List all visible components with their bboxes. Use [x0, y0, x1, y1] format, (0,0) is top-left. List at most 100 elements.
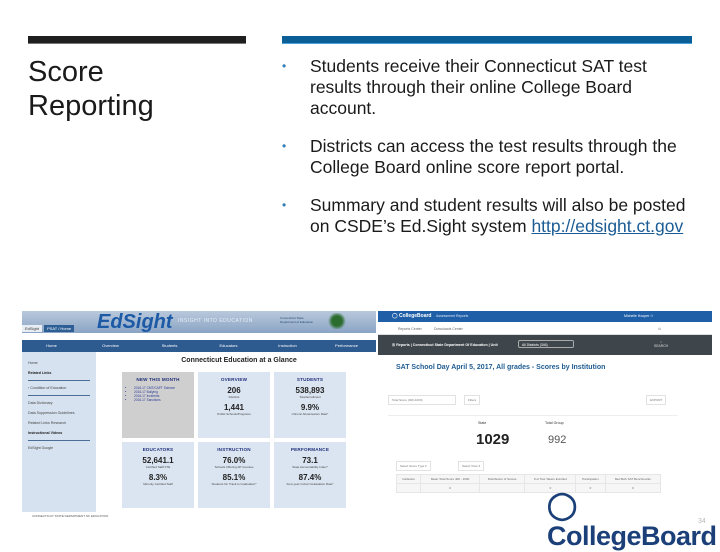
sidebar-condition[interactable]: › Condition of Education — [22, 383, 96, 393]
metric-value: 52,641.1 — [142, 456, 174, 465]
card-title: EDUCATORS — [142, 447, 174, 452]
students-card[interactable]: STUDENTS 538,893 Total Enrollment 9.9% C… — [274, 372, 346, 438]
metric-value: 538,893 — [295, 386, 325, 395]
metric-label: Schools Offering AP Courses — [214, 465, 254, 469]
view-filter[interactable]: Select View ▾ — [458, 461, 484, 471]
report-title: SAT School Day April 5, 2017, All grades… — [396, 364, 606, 371]
edsight-banner: EdSight PSAT / Home EdSight INSIGHT INTO… — [22, 311, 376, 333]
column-header[interactable]: # of Test Takers Enrolled — [524, 474, 577, 484]
cb-links-bar: Reports Center Downloads Center ⊙ — [378, 322, 712, 335]
bullet-icon: • — [282, 59, 287, 73]
slide-title: Score Reporting — [28, 55, 154, 123]
card-title: INSTRUCTION — [217, 447, 251, 452]
nav-overview[interactable]: Overview — [81, 340, 140, 352]
column-header[interactable]: Participation — [575, 474, 606, 484]
metric-value: 76.0% — [222, 456, 246, 465]
sidebar-item[interactable]: Data Suppression Guidelines — [22, 408, 96, 418]
total-group-label: Total Group — [545, 421, 564, 425]
downloads-center-link[interactable]: Downloads Center — [434, 327, 463, 331]
edsight-link[interactable]: http://edsight.ct.gov — [531, 216, 683, 236]
cb-brand-logo[interactable]: ◯ CollegeBoard — [392, 313, 432, 319]
score-type-filter[interactable]: Select Score Type ▾ — [396, 461, 431, 471]
edsight-nav: Home Overview Students Educators Instruc… — [22, 340, 376, 352]
score-type-select[interactable]: Total Score (400-1600) — [388, 395, 456, 405]
sidebar-item[interactable]: Related Links Research — [22, 418, 96, 428]
sidebar-related-links[interactable]: Related Links — [22, 368, 96, 378]
bullet-item: • Students receive their Connecticut SAT … — [282, 56, 702, 119]
card-title: NEW THIS MONTH — [136, 377, 180, 382]
performance-card[interactable]: PERFORMANCE 73.1 State Accountability In… — [274, 442, 346, 508]
metric-label: Districts — [228, 395, 240, 399]
agency-name: Connecticut State Department of Educatio… — [280, 316, 314, 324]
edsight-footer: CONNECTICUT STATE DEPARTMENT OF EDUCATIO… — [32, 514, 109, 518]
table-header-row: Institution Mean Total Score 400 - 1600 … — [395, 474, 662, 484]
cell — [478, 483, 526, 493]
help-icon[interactable]: ⊙ — [658, 327, 661, 331]
nav-home[interactable]: Home — [22, 340, 81, 352]
overview-card[interactable]: OVERVIEW 206 Districts 1,441 Public Scho… — [198, 372, 270, 438]
metric-value: 8.3% — [148, 473, 168, 482]
sidebar-divider — [28, 395, 90, 396]
nav-students[interactable]: Students — [140, 340, 199, 352]
edsight-logo: EdSight — [97, 311, 173, 333]
edsight-tagline: INSIGHT INTO EDUCATION — [178, 318, 253, 324]
instruction-card[interactable]: INSTRUCTION 76.0% Schools Offering AP Co… — [198, 442, 270, 508]
column-header[interactable]: Distribution of Scores — [478, 474, 526, 484]
search-button[interactable]: ⌕ SEARCH — [654, 340, 668, 348]
slide-title-line-1: Score — [28, 56, 104, 88]
card-title: STUDENTS — [296, 377, 324, 382]
edsight-tab[interactable]: EdSight — [22, 325, 43, 332]
reports-center-link[interactable]: Reports Center — [398, 327, 422, 331]
metric-value: 73.1 — [302, 456, 318, 465]
total-group-score: 992 — [548, 434, 567, 446]
district-select[interactable]: All Districts (346) — [518, 340, 574, 348]
sidebar-divider — [28, 380, 90, 381]
column-header[interactable]: Met Both SAT Benchmarks — [604, 474, 662, 484]
user-menu[interactable]: Michelle Hooper ⚇ — [624, 314, 653, 318]
metric-label: Public Schools/Programs — [217, 412, 251, 416]
educators-card[interactable]: EDUCATORS 52,641.1 Certified Staff FTE 8… — [122, 442, 194, 508]
metric-value: 85.1% — [222, 473, 246, 482]
edsight-sidebar: Home Related Links › Condition of Educat… — [22, 352, 96, 512]
nav-performance[interactable]: Performance — [317, 340, 376, 352]
psat-home-tab[interactable]: PSAT / Home — [44, 325, 75, 332]
metric-label: Total Enrollment — [299, 395, 321, 399]
card-title: OVERVIEW — [220, 377, 248, 382]
metric-label: Chronic Absenteeism Rate* — [291, 412, 329, 416]
tree-logo-icon — [327, 313, 347, 329]
metric-value: 9.9% — [300, 403, 320, 412]
title-accent-bar — [28, 36, 246, 44]
card-title: PERFORMANCE — [290, 447, 330, 452]
nav-educators[interactable]: Educators — [199, 340, 258, 352]
filters-button[interactable]: Filters — [464, 395, 481, 405]
glance-grid: NEW THIS MONTH 2016-17 CMT/CAPT Science … — [122, 372, 346, 508]
new-this-month-card: NEW THIS MONTH 2016-17 CMT/CAPT Science … — [122, 372, 194, 438]
metric-value: 1,441 — [223, 403, 245, 412]
bullet-text: Students receive their Connecticut SAT t… — [310, 56, 647, 118]
bullet-item: • Summary and student results will also b… — [282, 195, 702, 237]
slide-title-line-2: Reporting — [28, 90, 154, 122]
column-header[interactable]: Mean Total Score 400 - 1600 — [420, 474, 480, 484]
edsight-heading: Connecticut Education at a Glance — [181, 357, 297, 364]
sidebar-item[interactable]: EdSight Google — [22, 443, 96, 453]
sidebar-home[interactable]: Home — [22, 358, 96, 368]
divider — [388, 415, 678, 416]
export-button[interactable]: EXPORT — [646, 395, 667, 405]
cb-subtitle: Assessment Reports — [436, 314, 469, 318]
new-items-list: 2016-17 CMT/CAPT Science 2016-17 Bullyin… — [128, 386, 194, 402]
metric-label: Certified Staff FTE — [145, 465, 171, 469]
metric-label: Students On Track to Graduation* — [211, 482, 257, 486]
sidebar-divider — [28, 440, 90, 441]
sidebar-item[interactable]: Instructional Videos — [22, 428, 96, 438]
breadcrumb: ☰ Reports | Connecticut State Department… — [392, 343, 498, 347]
bullet-text: Districts can access the test results th… — [310, 136, 677, 177]
bullet-icon: • — [282, 198, 287, 212]
new-item-link[interactable]: 2016-17 Sanctions — [134, 398, 194, 402]
column-header[interactable]: Institution — [395, 474, 422, 484]
edsight-screenshot: EdSight PSAT / Home EdSight INSIGHT INTO… — [22, 311, 376, 522]
cb-header: ◯ CollegeBoard Assessment Reports Michel… — [378, 311, 712, 322]
state-label: State — [478, 421, 487, 425]
sidebar-item[interactable]: Data Dictionary — [22, 398, 96, 408]
cell — [395, 483, 422, 493]
nav-instruction[interactable]: Instruction — [258, 340, 317, 352]
